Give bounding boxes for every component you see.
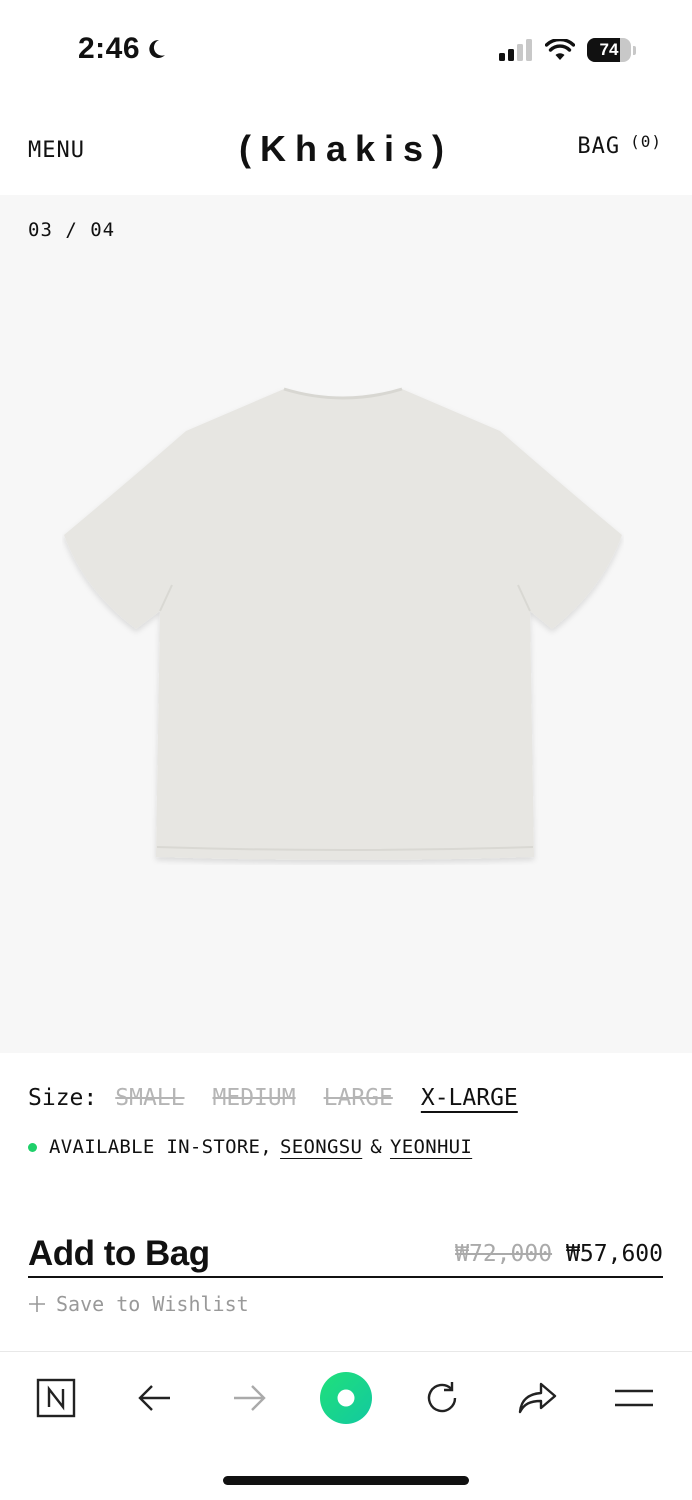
hamburger-menu-icon[interactable] bbox=[610, 1374, 658, 1422]
wifi-icon bbox=[545, 39, 575, 60]
home-indicator[interactable] bbox=[223, 1476, 469, 1485]
price: ₩72,000 ₩57,600 bbox=[455, 1241, 663, 1267]
share-icon[interactable] bbox=[514, 1374, 562, 1422]
store-link-yeonhui[interactable]: YEONHUI bbox=[390, 1136, 472, 1158]
size-option-medium[interactable]: MEDIUM bbox=[213, 1085, 296, 1111]
bag-button[interactable]: BAG (0) bbox=[577, 132, 662, 159]
cellular-signal-icon bbox=[499, 39, 532, 61]
bag-count: (0) bbox=[630, 132, 662, 151]
status-time: 2:46 bbox=[78, 32, 168, 66]
sale-price: ₩57,600 bbox=[566, 1241, 663, 1267]
moon-icon bbox=[149, 39, 166, 58]
store-availability: AVAILABLE IN-STORE, SEONGSU & YEONHUI bbox=[28, 1136, 472, 1158]
battery-percent: 74 bbox=[599, 40, 619, 59]
back-arrow-icon[interactable] bbox=[130, 1374, 178, 1422]
original-price: ₩72,000 bbox=[455, 1241, 553, 1267]
reload-icon[interactable] bbox=[418, 1374, 466, 1422]
size-label: Size: bbox=[28, 1085, 98, 1111]
ampersand: & bbox=[370, 1136, 382, 1158]
green-dot-icon[interactable] bbox=[320, 1372, 372, 1424]
add-to-bag-button[interactable]: Add to Bag ₩72,000 ₩57,600 bbox=[28, 1232, 663, 1278]
naver-home-icon[interactable] bbox=[32, 1374, 80, 1422]
clock: 2:46 bbox=[78, 32, 141, 65]
product-image bbox=[64, 387, 622, 860]
size-option-large[interactable]: LARGE bbox=[324, 1085, 393, 1111]
browser-toolbar bbox=[0, 1351, 692, 1442]
store-link-seongsu[interactable]: SEONGSU bbox=[280, 1136, 362, 1158]
product-image-gallery[interactable]: 03 / 04 bbox=[0, 195, 692, 1053]
size-option-small[interactable]: SMALL bbox=[115, 1085, 184, 1111]
size-selector: Size: SMALL MEDIUM LARGE X-LARGE bbox=[28, 1085, 518, 1111]
status-icons: 74 bbox=[499, 38, 636, 62]
add-to-bag-label: Add to Bag bbox=[28, 1234, 210, 1273]
battery-icon: 74 bbox=[587, 38, 631, 62]
wishlist-label: Save to Wishlist bbox=[56, 1292, 249, 1316]
plus-icon bbox=[29, 1296, 45, 1312]
availability-dot-icon bbox=[28, 1142, 37, 1152]
image-counter: 03 / 04 bbox=[28, 219, 116, 241]
availability-text: AVAILABLE IN-STORE, bbox=[49, 1136, 273, 1158]
size-option-xlarge[interactable]: X-LARGE bbox=[421, 1085, 518, 1111]
bag-label: BAG bbox=[577, 134, 621, 159]
battery-nub bbox=[633, 45, 636, 55]
save-to-wishlist-button[interactable]: Save to Wishlist bbox=[28, 1292, 249, 1316]
forward-arrow-icon[interactable] bbox=[226, 1374, 274, 1422]
